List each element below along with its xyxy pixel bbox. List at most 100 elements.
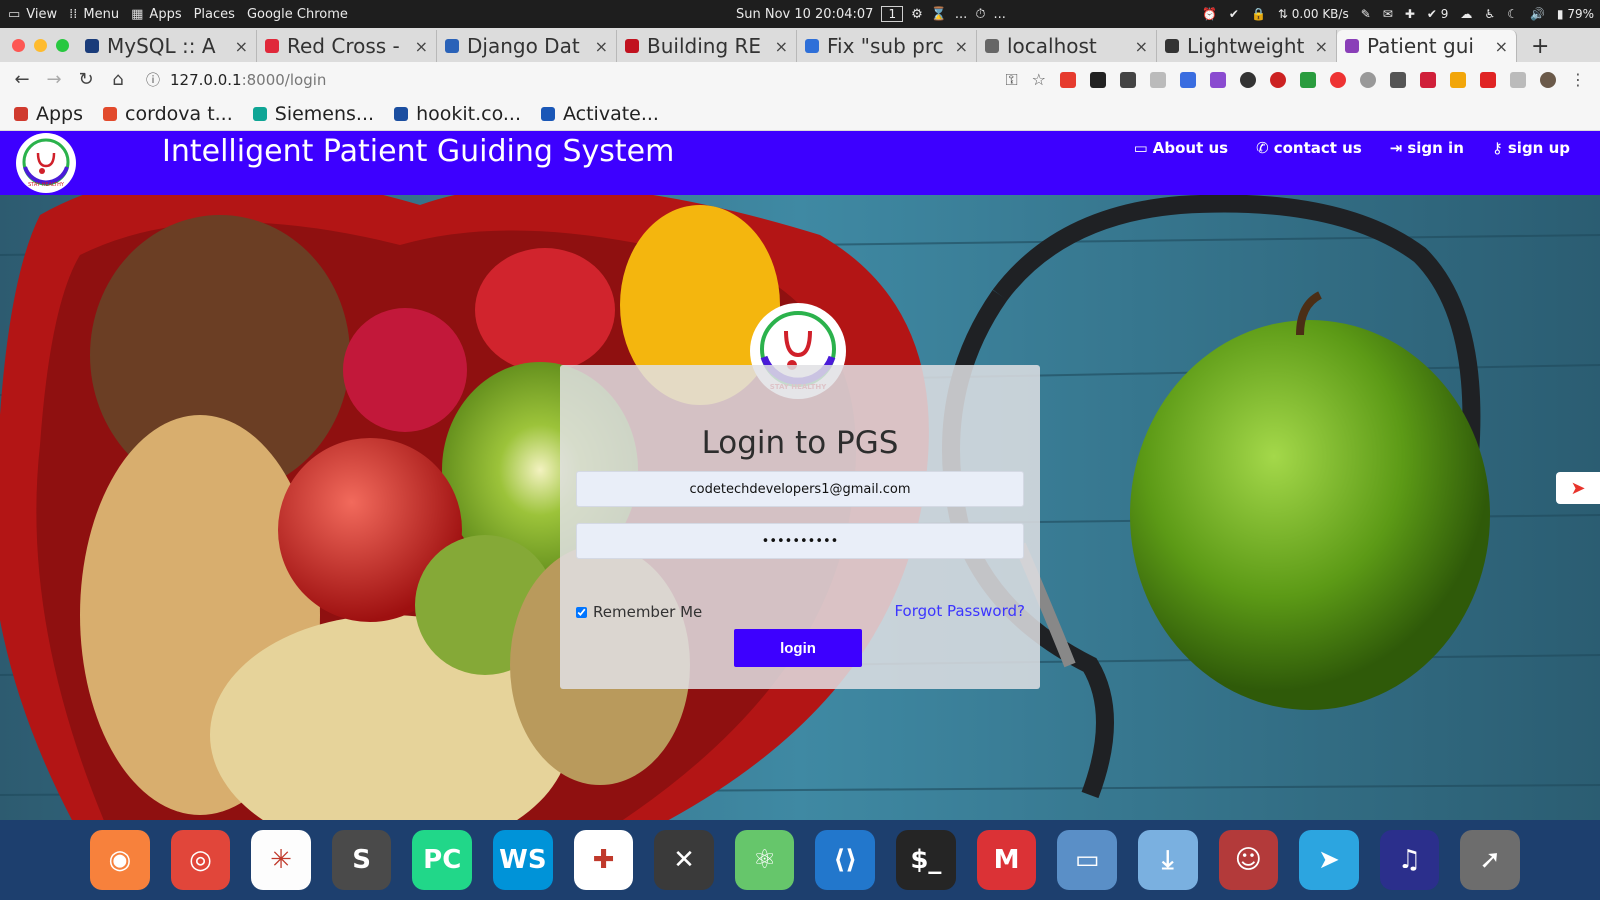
browser-tab[interactable]: Fix "sub prc × — [797, 30, 977, 62]
check-icon[interactable]: ✔ — [1229, 7, 1239, 21]
browser-tab[interactable]: Red Cross - × — [257, 30, 437, 62]
star-icon[interactable]: ☆ — [1032, 70, 1046, 89]
extension-icon[interactable] — [1360, 71, 1376, 88]
menu-button[interactable]: ⁞⁞ Menu — [69, 7, 119, 22]
extension-icon[interactable] — [1300, 71, 1316, 88]
home-button[interactable]: ⌂ — [102, 69, 134, 90]
dock-app-network[interactable]: ✳ — [251, 830, 311, 890]
dock-app-files[interactable]: ▭ — [1057, 830, 1117, 890]
profile-avatar[interactable] — [1540, 71, 1556, 88]
extension-icon[interactable] — [1060, 71, 1076, 88]
bookmark-item[interactable]: Siemens... — [252, 103, 374, 125]
mail-icon[interactable]: ✉ — [1383, 7, 1393, 21]
key-icon[interactable]: ⚿ — [1005, 70, 1017, 90]
pencil-icon[interactable]: ✎ — [1361, 7, 1371, 21]
workspace-indicator[interactable]: 1 — [881, 6, 904, 22]
tab-close-icon[interactable]: × — [235, 37, 248, 56]
bookmark-item[interactable]: cordova t... — [103, 103, 233, 125]
dock-app-firefox[interactable]: ◉ — [90, 830, 150, 890]
nav-link-contact-us[interactable]: ✆ contact us — [1256, 139, 1362, 157]
settings-icon[interactable]: ⚙ — [911, 7, 923, 22]
tab-close-icon[interactable]: × — [1495, 37, 1508, 56]
dock-app-chrome[interactable]: ◎ — [170, 830, 231, 890]
dock-app-slack[interactable]: ✚ — [573, 830, 634, 890]
dock-app-atom[interactable]: ⚛ — [734, 830, 795, 890]
password-field[interactable] — [576, 523, 1024, 559]
extension-icon[interactable] — [1180, 71, 1196, 88]
dock-app-music[interactable]: ♫ — [1379, 830, 1440, 890]
apps-menu[interactable]: ▦ Apps — [131, 7, 181, 22]
omnibox[interactable]: ⓘ 127.0.0.1:8000/login — [146, 70, 326, 90]
tab-close-icon[interactable]: × — [595, 37, 608, 56]
slack-tray-icon[interactable]: ✚ — [1405, 7, 1415, 21]
extension-icon[interactable] — [1420, 71, 1436, 88]
remember-me[interactable]: Remember Me — [576, 603, 702, 621]
dock-app-gmail[interactable]: M — [976, 830, 1037, 890]
dock-app-telegram[interactable]: ➤ — [1299, 830, 1359, 890]
hourglass-icon[interactable]: ⌛ — [931, 7, 947, 22]
tab-close-icon[interactable]: × — [1135, 37, 1148, 56]
places-menu[interactable]: Places — [194, 7, 235, 22]
reload-button[interactable]: ↻ — [70, 69, 102, 90]
browser-tab[interactable]: Lightweight × — [1157, 30, 1337, 62]
network-speed[interactable]: ⇅ 0.00 KB/s — [1278, 7, 1349, 21]
new-tab-button[interactable]: + — [1517, 30, 1563, 62]
dock-app-vscode[interactable]: ⟨⟩ — [815, 830, 876, 890]
send-feedback-widget[interactable]: ➤ — [1556, 472, 1600, 504]
site-logo[interactable]: STAY HEALTHY — [16, 133, 76, 193]
minimize-window-button[interactable] — [34, 38, 47, 52]
tab-close-icon[interactable]: × — [1315, 37, 1328, 56]
dock-app-launcher[interactable]: ➚ — [1460, 830, 1520, 890]
dock-app-pycharm[interactable]: PC — [412, 830, 473, 890]
browser-tab[interactable]: Building RE × — [617, 30, 797, 62]
extension-icon[interactable] — [1480, 71, 1496, 88]
nav-link-sign-in[interactable]: ⇥ sign in — [1390, 139, 1464, 157]
accessibility-icon[interactable]: ♿ — [1484, 7, 1495, 21]
bookmark-item[interactable]: Apps — [14, 103, 83, 125]
extension-icon[interactable] — [1330, 71, 1346, 88]
tab-close-icon[interactable]: × — [955, 37, 968, 56]
notification-count[interactable]: ✔ 9 — [1427, 7, 1449, 21]
dock-app-webstorm[interactable]: WS — [493, 830, 553, 890]
browser-tab[interactable]: localhost × — [977, 30, 1157, 62]
remember-me-checkbox[interactable] — [576, 606, 587, 618]
extension-icon[interactable] — [1210, 71, 1226, 88]
nav-link-sign-up[interactable]: ⚷ sign up — [1492, 139, 1570, 157]
back-button[interactable]: ← — [6, 69, 38, 90]
forgot-password-link[interactable]: Forgot Password? — [894, 602, 1025, 620]
bookmark-item[interactable]: Activate... — [540, 103, 659, 125]
tab-close-icon[interactable]: × — [415, 37, 428, 56]
dock-app-teams[interactable]: ☺ — [1218, 830, 1279, 890]
browser-tab[interactable]: MySQL :: A × — [77, 30, 257, 62]
dock-app-terminal[interactable]: $_ — [896, 830, 956, 890]
maximize-window-button[interactable] — [56, 38, 69, 52]
kebab-menu-icon[interactable]: ⋮ — [1570, 70, 1586, 89]
night-mode-icon[interactable]: ☾ — [1507, 7, 1518, 21]
extension-icon[interactable] — [1270, 71, 1286, 88]
dock-app-xampp[interactable]: ✕ — [654, 830, 714, 890]
timer-icon[interactable]: ⏱ — [975, 7, 985, 22]
email-field[interactable] — [576, 471, 1024, 507]
alarm-icon[interactable]: ⏰ — [1202, 7, 1217, 21]
battery-indicator[interactable]: ▮ 79% — [1557, 7, 1594, 21]
info-icon[interactable]: ⓘ — [146, 70, 160, 90]
extension-icon[interactable] — [1450, 71, 1466, 88]
lock-icon[interactable]: 🔒 — [1251, 7, 1266, 21]
close-window-button[interactable] — [12, 38, 25, 52]
view-menu[interactable]: ▭ View — [8, 7, 57, 22]
extension-icon[interactable] — [1510, 71, 1526, 88]
dock-app-sublime[interactable]: S — [331, 830, 392, 890]
forward-button[interactable]: → — [38, 69, 70, 90]
clock[interactable]: Sun Nov 10 20:04:07 — [736, 7, 873, 22]
extension-icon[interactable] — [1240, 71, 1256, 88]
cloud-icon[interactable]: ☁ — [1460, 7, 1472, 21]
extension-icon[interactable] — [1390, 71, 1406, 88]
tab-close-icon[interactable]: × — [775, 37, 788, 56]
volume-icon[interactable]: 🔊 — [1530, 7, 1545, 21]
dock-app-software-center[interactable]: ⤓ — [1137, 830, 1198, 890]
extension-icon[interactable] — [1150, 71, 1166, 88]
extension-icon[interactable] — [1120, 71, 1136, 88]
browser-tab[interactable]: Patient gui × — [1337, 30, 1517, 62]
nav-link-about-us[interactable]: ▭ About us — [1134, 139, 1229, 157]
bookmark-item[interactable]: hookit.co... — [394, 103, 521, 125]
